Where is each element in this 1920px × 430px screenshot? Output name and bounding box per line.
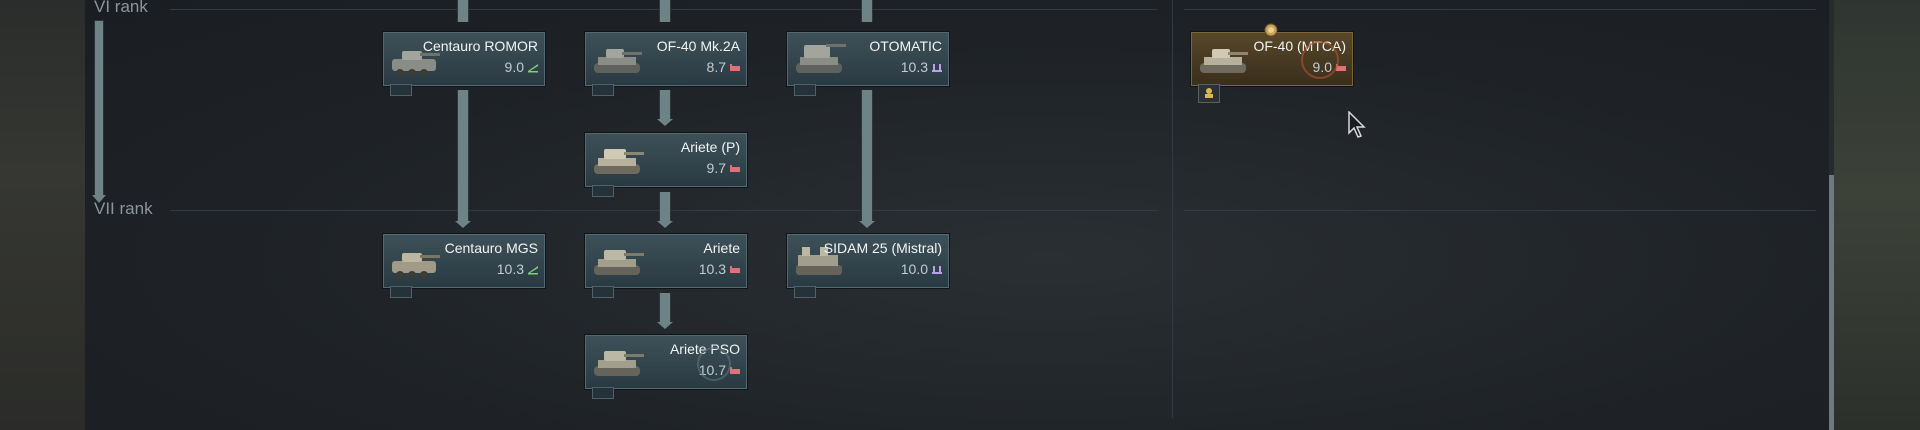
connector-arrow (657, 90, 673, 126)
spaa-icon (932, 266, 942, 274)
vehicle-name: Ariete (703, 240, 740, 256)
crew-slot-premium[interactable] (1198, 84, 1220, 103)
rank-progress-bar (92, 20, 106, 203)
mouse-cursor-icon (1348, 111, 1366, 138)
vehicle-card-centauro-mgs[interactable]: Centauro MGS 10.3 (383, 234, 545, 288)
vehicle-name: OTOMATIC (869, 38, 942, 54)
battle-rating: 10.0 (900, 261, 928, 277)
battle-rating: 10.3 (496, 261, 524, 277)
tank-icon (594, 149, 644, 174)
crew-slot[interactable] (794, 84, 816, 96)
crew-slot[interactable] (592, 286, 614, 298)
crew-slot[interactable] (794, 286, 816, 298)
premium-divider (1172, 0, 1173, 418)
connector (457, 0, 469, 22)
vehicle-card-centauro-romor[interactable]: Centauro ROMOR 9.0 (383, 32, 545, 86)
research-tree-panel (85, 0, 1834, 430)
vehicle-card-ariete-pso[interactable]: Ariete PSO 10.7 (585, 335, 747, 389)
vehicle-card-ariete[interactable]: Ariete 10.3 (585, 234, 747, 288)
premium-medal-icon (1264, 23, 1278, 37)
background-right (1834, 0, 1920, 430)
tank-destroyer-icon (528, 266, 538, 275)
connector (861, 0, 873, 22)
battle-rating: 10.3 (900, 59, 928, 75)
spaa-icon (932, 64, 942, 72)
background-left (0, 0, 85, 430)
vehicle-card-ariete-p[interactable]: Ariete (P) 9.7 (585, 133, 747, 187)
connector-arrow (657, 192, 673, 228)
crew-slot[interactable] (390, 84, 412, 96)
medium-tank-icon (730, 165, 740, 172)
research-progress-ring-icon (697, 347, 731, 381)
connector (659, 0, 671, 22)
tank-icon (594, 250, 644, 275)
rank-7-line-premium (1184, 210, 1816, 211)
spaa-vehicle-icon (796, 44, 846, 73)
scrollbar-thumb[interactable] (1829, 175, 1834, 430)
vehicle-card-of40-mtca[interactable]: OF-40 (MTCA) 9.0 (1191, 23, 1353, 86)
vehicle-card-otomatic[interactable]: OTOMATIC 10.3 (787, 32, 949, 86)
connector-arrow (455, 90, 471, 228)
crew-slot[interactable] (390, 286, 412, 298)
crew-slot[interactable] (592, 387, 614, 399)
tank-destroyer-icon (528, 64, 538, 73)
rank-6-line-premium (1184, 9, 1816, 10)
tank-icon (594, 351, 644, 376)
crew-slot[interactable] (592, 185, 614, 197)
battle-rating: 10.3 (698, 261, 726, 277)
battle-rating: 8.7 (706, 59, 726, 75)
wheeled-vehicle-icon (392, 253, 440, 279)
crew-slot[interactable] (592, 84, 614, 96)
rank-6-label: VI rank (94, 0, 148, 16)
tank-icon (594, 49, 642, 73)
vehicle-card-of40-mk2a[interactable]: OF-40 Mk.2A 8.7 (585, 32, 747, 86)
vehicle-name: SIDAM 25 (Mistral) (823, 240, 942, 256)
tank-icon (1200, 49, 1248, 73)
battle-rating: 9.7 (706, 160, 726, 176)
vehicle-name: Centauro ROMOR (422, 38, 538, 54)
medium-tank-icon (730, 266, 740, 273)
vehicle-name: OF-40 Mk.2A (656, 38, 740, 54)
highlight-ring-icon (1301, 41, 1339, 79)
vehicle-name: Centauro MGS (444, 240, 538, 256)
connector-arrow (657, 293, 673, 329)
vehicle-card-sidam-25-mistral[interactable]: SIDAM 25 (Mistral) 10.0 (787, 234, 949, 288)
battle-rating: 9.0 (504, 59, 524, 75)
vehicle-name: Ariete (P) (680, 139, 740, 155)
crew-icon (1205, 88, 1213, 98)
medium-tank-icon (730, 64, 740, 71)
connector-arrow (859, 90, 875, 228)
